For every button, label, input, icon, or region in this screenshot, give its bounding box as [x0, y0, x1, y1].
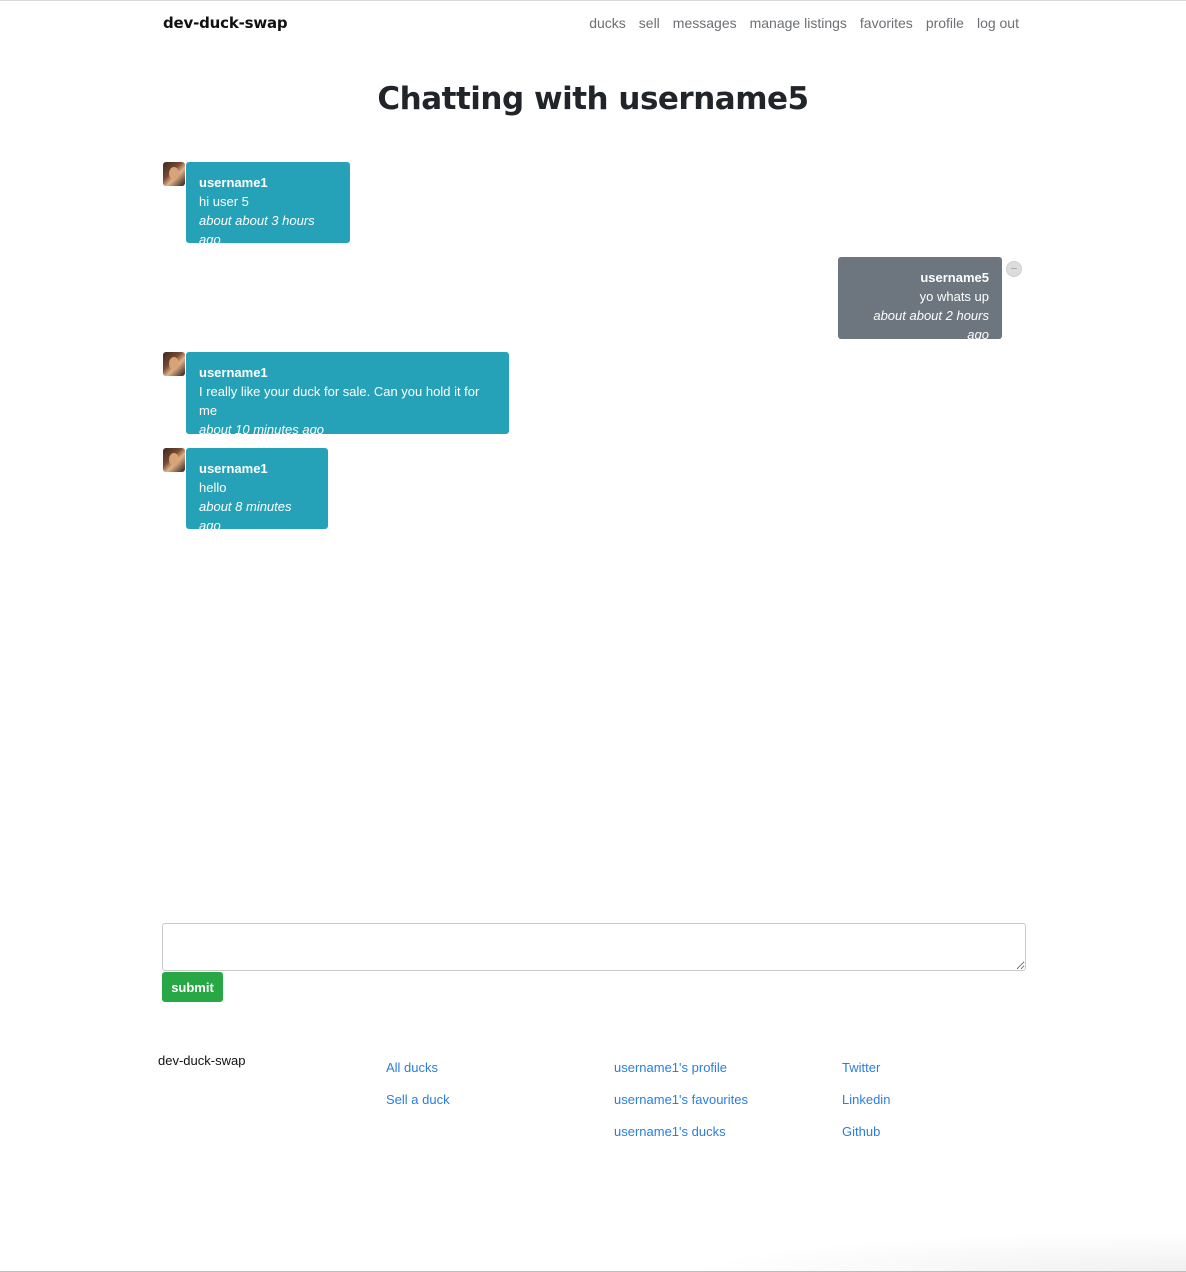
brand-logo[interactable]: dev-duck-swap — [163, 14, 288, 32]
message-timestamp: about about 2 hours ago — [873, 308, 989, 342]
footer-link-profile[interactable]: username1's profile — [614, 1058, 748, 1077]
message-bubble: username1 I really like your duck for sa… — [186, 352, 509, 437]
message-text: hello — [199, 480, 227, 495]
message-bubble: username1 hi user 5 about about 3 hours … — [186, 162, 350, 247]
footer-brand: dev-duck-swap — [158, 1053, 246, 1068]
message-bubble: username1 hello about 8 minutes ago — [186, 448, 328, 533]
message-text: yo whats up — [919, 289, 989, 304]
message-timestamp: about 10 minutes ago — [199, 422, 325, 437]
message-author: username1 — [199, 175, 268, 190]
footer-link-favourites[interactable]: username1's favourites — [614, 1090, 748, 1109]
footer-link-github[interactable]: Github — [842, 1122, 890, 1141]
footer-column-ducks: All ducks Sell a duck — [386, 1058, 450, 1109]
navbar: dev-duck-swap ducks sell messages manage… — [0, 1, 1186, 47]
footer-column-user: username1's profile username1's favourit… — [614, 1058, 748, 1141]
avatar — [163, 352, 185, 376]
message-text: I really like your duck for sale. Can yo… — [199, 384, 480, 418]
footer-column-social: Twitter Linkedin Github — [842, 1058, 890, 1141]
nav-link-favorites[interactable]: favorites — [860, 15, 913, 31]
avatar — [163, 448, 185, 472]
message-author: username1 — [199, 365, 268, 380]
message-input[interactable] — [162, 923, 1026, 971]
avatar — [163, 162, 185, 186]
message-text: hi user 5 — [199, 194, 249, 209]
nav-links: ducks sell messages manage listings favo… — [589, 15, 1019, 31]
footer-link-all-ducks[interactable]: All ducks — [386, 1058, 450, 1077]
footer-link-twitter[interactable]: Twitter — [842, 1058, 890, 1077]
message-timestamp: about about 3 hours ago — [199, 213, 315, 247]
message-bubble: username5 yo whats up about about 2 hour… — [838, 257, 1002, 342]
nav-link-ducks[interactable]: ducks — [589, 15, 626, 31]
nav-link-sell[interactable]: sell — [639, 15, 660, 31]
message-author: username1 — [199, 461, 268, 476]
footer-link-sell-a-duck[interactable]: Sell a duck — [386, 1090, 450, 1109]
message-author: username5 — [920, 270, 989, 285]
nav-link-manage-listings[interactable]: manage listings — [750, 15, 847, 31]
footer-link-user-ducks[interactable]: username1's ducks — [614, 1122, 748, 1141]
page-title: Chatting with username5 — [377, 81, 809, 117]
avatar-placeholder-icon — [1006, 261, 1022, 277]
nav-link-messages[interactable]: messages — [673, 15, 737, 31]
corner-shadow — [686, 1232, 1186, 1272]
message-timestamp: about 8 minutes ago — [199, 499, 292, 533]
submit-button[interactable]: submit — [162, 972, 223, 1002]
footer-link-linkedin[interactable]: Linkedin — [842, 1090, 890, 1109]
nav-link-log-out[interactable]: log out — [977, 15, 1019, 31]
nav-link-profile[interactable]: profile — [926, 15, 964, 31]
